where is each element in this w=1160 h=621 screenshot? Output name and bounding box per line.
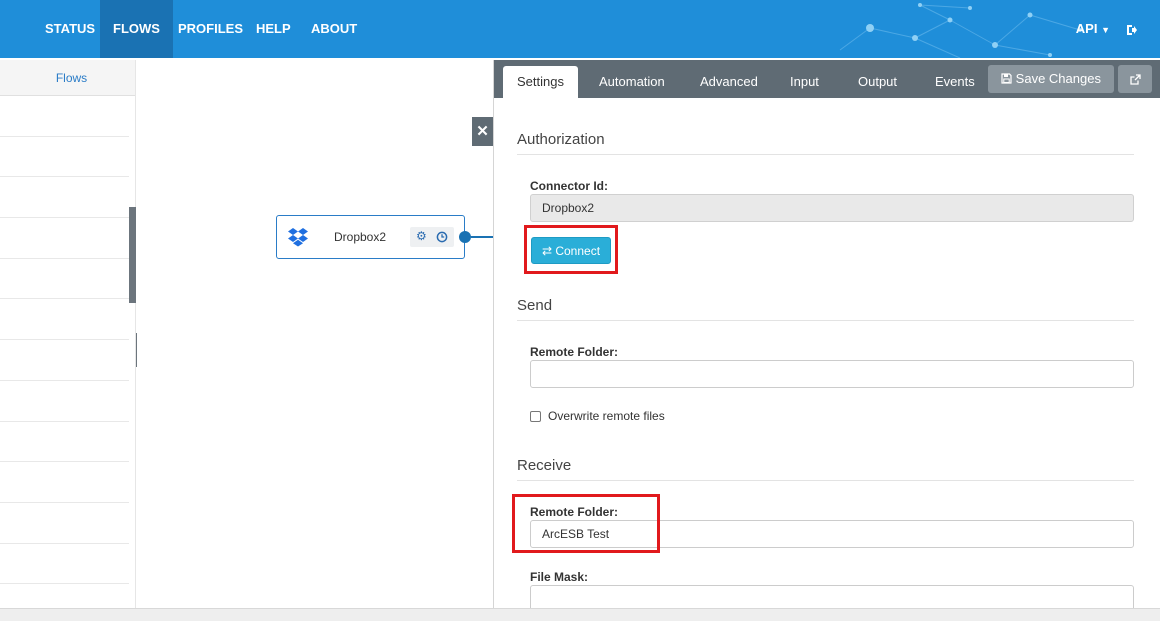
gear-icon[interactable]: ⚙ <box>416 229 427 243</box>
nav-help[interactable]: HELP <box>243 0 304 58</box>
list-item[interactable] <box>0 503 129 544</box>
save-changes-label: Save Changes <box>1015 71 1101 86</box>
bottom-status-bar <box>0 608 1160 621</box>
tab-settings[interactable]: Settings <box>503 66 578 98</box>
list-item[interactable] <box>0 96 129 137</box>
nav-about[interactable]: ABOUT <box>298 0 370 58</box>
divider <box>517 480 1134 481</box>
tab-automation[interactable]: Automation <box>585 66 679 98</box>
node-output-port[interactable] <box>459 231 471 243</box>
receive-heading: Receive <box>517 457 572 474</box>
list-item[interactable] <box>0 177 129 219</box>
list-item[interactable] <box>0 299 129 341</box>
node-actions: ⚙ <box>410 227 454 247</box>
file-mask-label: File Mask: <box>530 570 589 584</box>
connector-id-field[interactable] <box>530 194 1134 222</box>
list-item[interactable] <box>0 422 129 463</box>
sign-out-icon[interactable] <box>1126 0 1138 58</box>
clock-icon[interactable] <box>436 229 448 243</box>
node-label: Dropbox2 <box>334 230 387 244</box>
dropbox-icon <box>287 227 309 250</box>
save-changes-button[interactable]: Save Changes <box>988 65 1114 93</box>
highlight-connect <box>524 225 618 274</box>
nav-status[interactable]: STATUS <box>32 0 108 58</box>
tab-advanced[interactable]: Advanced <box>686 66 772 98</box>
close-icon: ✕ <box>476 123 489 140</box>
list-item[interactable] <box>0 340 129 381</box>
nav-flows[interactable]: FLOWS <box>100 0 173 58</box>
highlight-remote-folder <box>512 494 660 553</box>
send-remote-folder-label: Remote Folder: <box>530 345 619 359</box>
authorization-heading: Authorization <box>517 131 605 148</box>
overwrite-label[interactable]: Overwrite remote files <box>548 409 665 423</box>
file-mask-input[interactable] <box>530 585 1134 608</box>
send-heading: Send <box>517 297 553 314</box>
settings-panel: Settings Automation Advanced Input Outpu… <box>493 60 1160 608</box>
api-dropdown[interactable]: API ▼ <box>1076 0 1110 58</box>
tab-output[interactable]: Output <box>844 66 911 98</box>
list-item[interactable] <box>0 544 129 585</box>
node-connector-line <box>471 236 493 238</box>
list-scrollbar[interactable] <box>129 207 136 303</box>
list-item[interactable] <box>0 218 129 259</box>
top-navbar: STATUS FLOWS PROFILES HELP ABOUT API ▼ <box>0 0 1160 58</box>
flows-header[interactable]: Flows <box>0 60 135 96</box>
list-item[interactable] <box>0 381 129 422</box>
flow-node[interactable]: Dropbox2 ⚙ <box>276 215 465 259</box>
tab-events[interactable]: Events <box>921 66 989 98</box>
connector-id-label: Connector Id: <box>530 179 608 193</box>
tab-input[interactable]: Input <box>776 66 833 98</box>
settings-tabbar: Settings Automation Advanced Input Outpu… <box>494 60 1160 98</box>
close-panel-button[interactable]: ✕ <box>472 117 493 146</box>
flow-canvas[interactable] <box>137 60 493 608</box>
list-item[interactable] <box>0 137 129 178</box>
send-remote-folder-input[interactable] <box>530 360 1134 388</box>
list-item[interactable] <box>0 259 129 300</box>
external-link-icon[interactable] <box>1118 65 1152 93</box>
divider <box>517 154 1134 155</box>
list-item[interactable] <box>0 462 129 503</box>
flows-list-panel: Flows <box>0 60 136 608</box>
floppy-disk-icon <box>1001 71 1016 86</box>
overwrite-checkbox[interactable] <box>530 411 541 422</box>
api-label: API <box>1075 21 1098 36</box>
caret-down-icon: ▼ <box>1101 25 1110 35</box>
divider <box>517 320 1134 321</box>
